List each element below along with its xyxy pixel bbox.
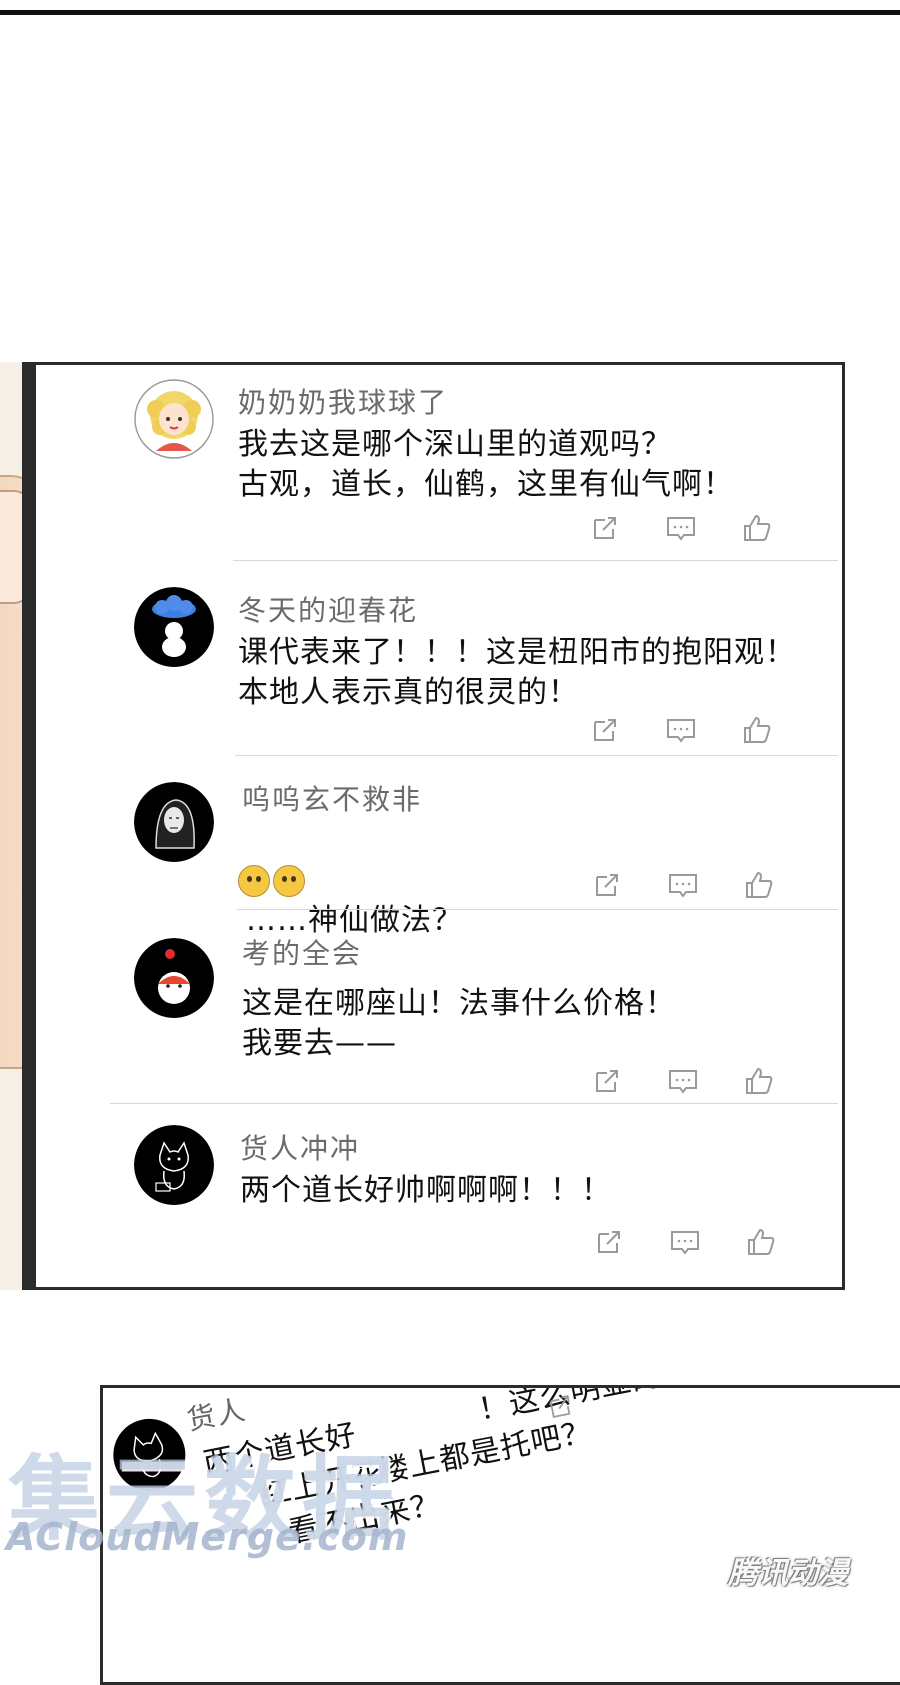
- comment-text: 我去这是哪个深山里的道观吗？ 古观，道长，仙鹤，这里有仙气啊！: [238, 427, 734, 502]
- like-icon[interactable]: [742, 1064, 776, 1098]
- like-icon[interactable]: [740, 511, 774, 545]
- comment-actions: [576, 713, 816, 749]
- comment-divider: [237, 909, 838, 910]
- cat-sketch-avatar-icon[interactable]: [134, 1125, 214, 1205]
- red-fox-avatar-icon[interactable]: [134, 938, 214, 1018]
- thinking-emoji-icon: [238, 861, 308, 901]
- comment-icon[interactable]: [664, 713, 698, 747]
- comment-text: 两个道长好帅啊啊啊！！！: [240, 1173, 612, 1208]
- comment-icon[interactable]: [668, 1225, 702, 1259]
- comment-username[interactable]: 奶奶奶我球球了: [238, 381, 448, 421]
- comment-username[interactable]: 货人冲冲: [240, 1127, 360, 1167]
- hooded-figure-avatar-icon[interactable]: [134, 782, 214, 862]
- like-icon[interactable]: [744, 1225, 778, 1259]
- comment-divider: [235, 755, 838, 756]
- comment-username[interactable]: 呜呜玄不救非: [242, 778, 422, 818]
- share-icon[interactable]: [543, 1389, 578, 1424]
- share-icon[interactable]: [588, 713, 622, 747]
- share-icon[interactable]: [590, 868, 624, 902]
- comment-username[interactable]: 考的全会: [242, 932, 362, 972]
- like-icon[interactable]: [742, 868, 776, 902]
- top-border: [0, 10, 900, 15]
- watermark-url: ACloudMerge.com: [6, 1515, 409, 1559]
- comment-actions: [576, 1064, 816, 1100]
- curly-hair-girl-avatar-icon[interactable]: [134, 379, 214, 459]
- comment-panel: 奶奶奶我球球了 我去这是哪个深山里的道观吗？ 古观，道长，仙鹤，这里有仙气啊！: [22, 362, 845, 1290]
- comment-icon[interactable]: [664, 511, 698, 545]
- comment-actions: [576, 1225, 816, 1261]
- share-icon[interactable]: [590, 1064, 624, 1098]
- comment-actions: [576, 868, 816, 904]
- comment-divider: [110, 1103, 838, 1104]
- share-icon[interactable]: [592, 1225, 626, 1259]
- comment-username[interactable]: 冬天的迎春花: [238, 589, 418, 629]
- comment-divider: [233, 560, 838, 561]
- comment-actions: [576, 511, 816, 547]
- comment-icon[interactable]: [666, 1064, 700, 1098]
- comment-text: 课代表来了！！！这是杻阳市的抱阳观！ 本地人表示真的很灵的！: [238, 635, 796, 710]
- publisher-watermark: 腾讯动漫: [728, 1556, 848, 1591]
- comment-text: 这是在哪座山！法事什么价格！ 我要去——: [242, 986, 676, 1061]
- cloud-ghost-avatar-icon[interactable]: [134, 587, 214, 667]
- share-icon[interactable]: [588, 511, 622, 545]
- comment-icon[interactable]: [666, 868, 700, 902]
- like-icon[interactable]: [740, 713, 774, 747]
